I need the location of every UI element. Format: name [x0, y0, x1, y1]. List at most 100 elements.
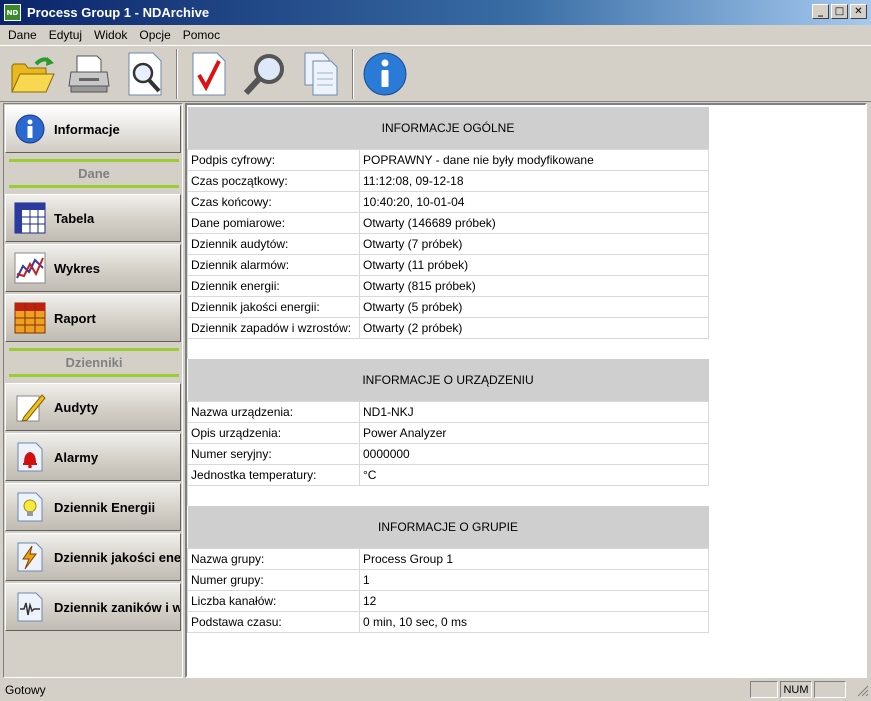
- verify-icon: [192, 52, 226, 95]
- table-icon: [14, 202, 46, 234]
- row-value: POPRAWNY - dane nie były modyfikowane: [359, 148, 709, 171]
- row-value: ND1-NKJ: [359, 400, 709, 423]
- row-label: Nazwa urządzenia:: [187, 400, 360, 423]
- row-value: 12: [359, 589, 709, 612]
- minimize-button[interactable]: _: [812, 4, 829, 19]
- row-value: 0 min, 10 sec, 0 ms: [359, 610, 709, 633]
- sidebar-item-label: Tabela: [54, 210, 95, 226]
- sidebar-item-dziennik-jakosci[interactable]: Dziennik jakości energii: [5, 533, 181, 581]
- table-row: Jednostka temperatury: °C: [187, 463, 709, 486]
- section-spacer: [187, 338, 709, 359]
- row-value: Otwarty (11 próbek): [359, 253, 709, 276]
- verify-button[interactable]: [184, 49, 234, 99]
- row-label: Numer grupy:: [187, 568, 360, 591]
- row-value: Otwarty (7 próbek): [359, 232, 709, 255]
- row-label: Czas końcowy:: [187, 190, 360, 213]
- table-row: Liczba kanałów: 12: [187, 589, 709, 612]
- section-spacer: [187, 485, 709, 506]
- maximize-button[interactable]: □: [831, 4, 848, 19]
- sidebar: Informacje Dane Tabela Wykres Raport Dzi…: [3, 103, 183, 678]
- table-row: Dziennik jakości energii: Otwarty (5 prób…: [187, 295, 709, 318]
- section-header-group: INFORMACJE O GRUPIE: [187, 506, 709, 548]
- row-value: 0000000: [359, 442, 709, 465]
- pencil-icon: [16, 394, 46, 422]
- copy-icon: [304, 52, 338, 95]
- copy-button[interactable]: [296, 49, 346, 99]
- window-title: Process Group 1 - NDArchive: [27, 5, 210, 20]
- row-label: Dziennik energii:: [187, 274, 360, 297]
- sidebar-item-tabela[interactable]: Tabela: [5, 194, 181, 242]
- sidebar-header-dane: Dane: [9, 159, 179, 188]
- sidebar-item-label: Dziennik Energii: [54, 499, 156, 515]
- table-row: Dziennik alarmów: Otwarty (11 próbek): [187, 253, 709, 276]
- row-label: Podpis cyfrowy:: [187, 148, 360, 171]
- status-bar: Gotowy NUM: [0, 679, 871, 701]
- open-button[interactable]: [8, 49, 58, 99]
- row-label: Podstawa czasu:: [187, 610, 360, 633]
- sidebar-item-dziennik-energii[interactable]: Dziennik Energii: [5, 483, 181, 531]
- info-panel: INFORMACJE OGÓLNE Podpis cyfrowy: POPRAWN…: [185, 103, 867, 678]
- section-header-general: INFORMACJE OGÓLNE: [187, 107, 709, 149]
- sidebar-item-label: Dziennik zaników i wzrostów: [54, 599, 180, 615]
- lightning-icon: [17, 542, 43, 572]
- sidebar-item-label: Wykres: [54, 260, 101, 276]
- row-value: Otwarty (5 próbek): [359, 295, 709, 318]
- row-value: Otwarty (815 próbek): [359, 274, 709, 297]
- row-label: Dziennik zapadów i wzrostów:: [187, 316, 360, 339]
- row-label: Numer seryjny:: [187, 442, 360, 465]
- status-text: Gotowy: [5, 683, 46, 697]
- row-label: Dziennik jakości energii:: [187, 295, 360, 318]
- table-row: Nazwa urządzenia: ND1-NKJ: [187, 400, 709, 423]
- menu-widok[interactable]: Widok: [88, 28, 133, 42]
- close-button[interactable]: ✕: [850, 4, 867, 19]
- row-value: 11:12:08, 09-12-18: [359, 169, 709, 192]
- table-row: Czas początkowy: 11:12:08, 09-12-18: [187, 169, 709, 192]
- chart-icon: [14, 252, 46, 284]
- row-value: Otwarty (2 próbek): [359, 316, 709, 339]
- resize-grip-icon[interactable]: [857, 685, 869, 697]
- table-row: Numer seryjny: 0000000: [187, 442, 709, 465]
- section-header-device: INFORMACJE O URZĄDZENIU: [187, 359, 709, 401]
- menu-opcje[interactable]: Opcje: [133, 28, 176, 42]
- row-label: Dziennik alarmów:: [187, 253, 360, 276]
- toolbar: [0, 45, 871, 102]
- print-preview-icon: [128, 52, 162, 95]
- table-row: Nazwa grupy: Process Group 1: [187, 547, 709, 570]
- sidebar-item-label: Dziennik jakości energii: [54, 549, 181, 565]
- print-button[interactable]: [64, 49, 114, 99]
- row-value: 1: [359, 568, 709, 591]
- menu-edytuj[interactable]: Edytuj: [43, 28, 88, 42]
- row-value: Otwarty (146689 próbek): [359, 211, 709, 234]
- row-value: Power Analyzer: [359, 421, 709, 444]
- row-label: Jednostka temperatury:: [187, 463, 360, 486]
- sidebar-item-alarmy[interactable]: Alarmy: [5, 433, 181, 481]
- app-icon: ND: [4, 4, 21, 21]
- sidebar-item-audyty[interactable]: Audyty: [5, 383, 181, 431]
- status-panel-scroll: [814, 681, 846, 698]
- sidebar-item-dziennik-zanikow[interactable]: Dziennik zaników i wzrostów: [5, 583, 181, 631]
- sidebar-item-wykres[interactable]: Wykres: [5, 244, 181, 292]
- sidebar-item-label: Raport: [54, 310, 96, 326]
- menu-dane[interactable]: Dane: [2, 28, 43, 42]
- info-table: INFORMACJE OGÓLNE Podpis cyfrowy: POPRAWN…: [187, 107, 709, 633]
- sidebar-header-dzienniki: Dzienniki: [9, 348, 179, 377]
- toolbar-separator: [176, 48, 178, 99]
- sidebar-item-label: Alarmy: [54, 449, 99, 465]
- table-row: Dane pomiarowe: Otwarty (146689 próbek): [187, 211, 709, 234]
- row-label: Nazwa grupy:: [187, 547, 360, 570]
- sidebar-item-raport[interactable]: Raport: [5, 294, 181, 342]
- sidebar-item-label: Audyty: [54, 399, 99, 415]
- table-row: Podstawa czasu: 0 min, 10 sec, 0 ms: [187, 610, 709, 633]
- sidebar-item-informacje[interactable]: Informacje: [5, 105, 181, 153]
- search-button[interactable]: [240, 49, 290, 99]
- row-label: Czas początkowy:: [187, 169, 360, 192]
- table-row: Opis urządzenia: Power Analyzer: [187, 421, 709, 444]
- row-value: 10:40:20, 10-01-04: [359, 190, 709, 213]
- about-button[interactable]: [360, 49, 410, 99]
- menu-pomoc[interactable]: Pomoc: [177, 28, 226, 42]
- report-icon: [14, 302, 46, 334]
- info-icon: [15, 114, 45, 144]
- print-preview-button[interactable]: [120, 49, 170, 99]
- row-value: °C: [359, 463, 709, 486]
- open-folder-icon: [11, 56, 55, 92]
